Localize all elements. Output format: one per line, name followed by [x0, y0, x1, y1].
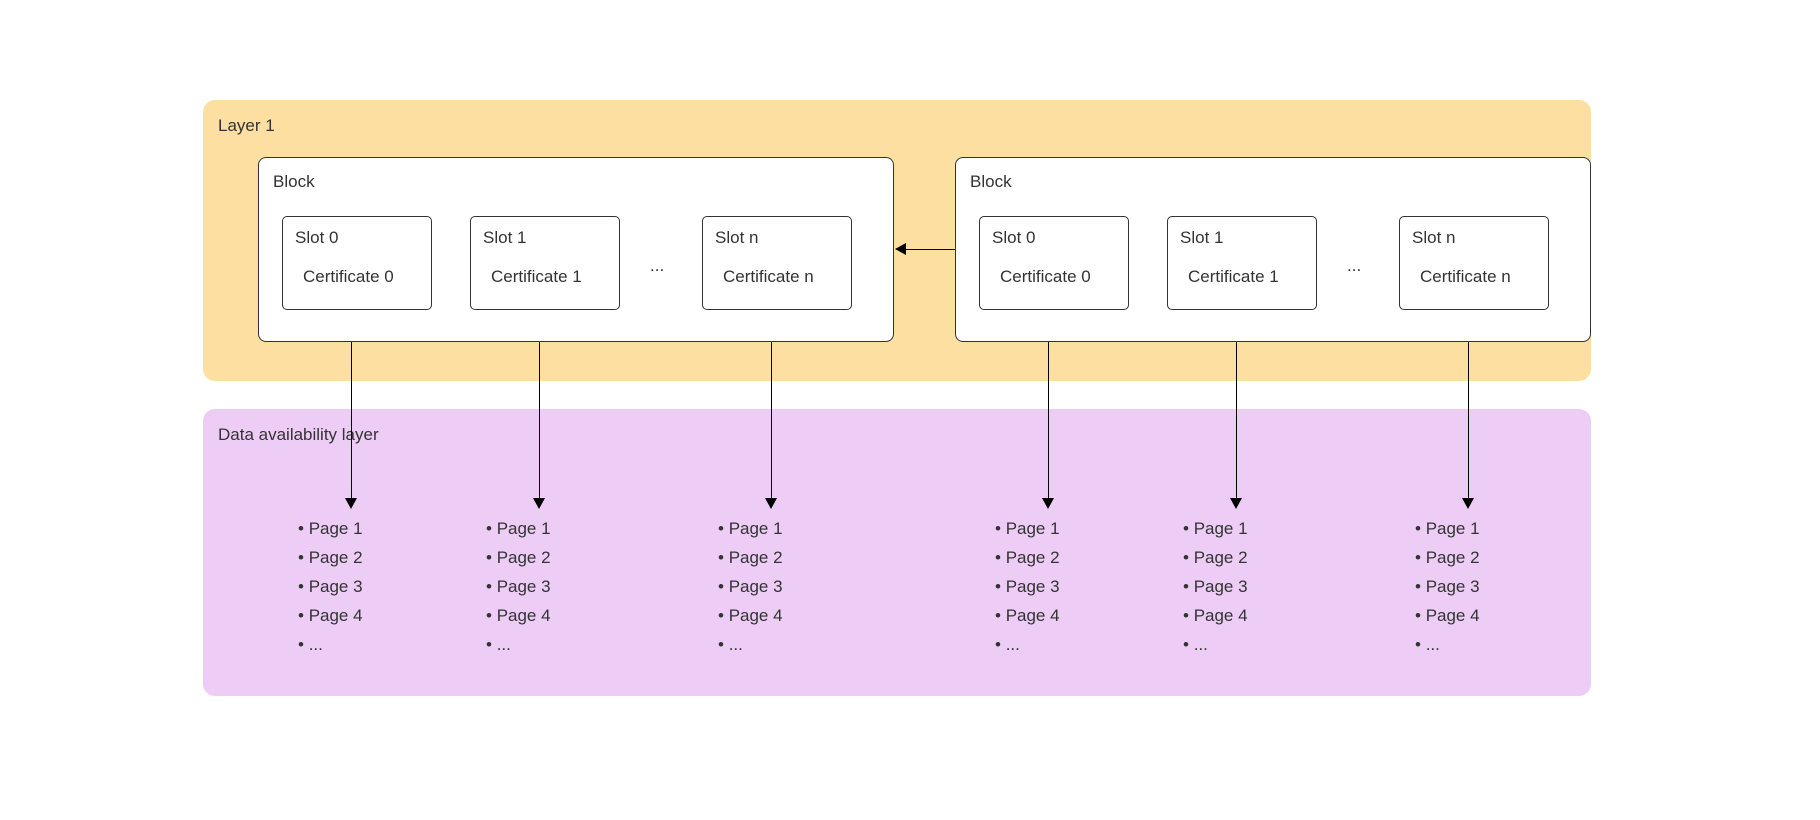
list-item: Page 1 [718, 515, 783, 544]
data-availability-layer-box: Data availability layer [203, 409, 1591, 696]
arrow-head-down-icon [765, 498, 777, 509]
arrow-block-b-to-a [905, 249, 955, 250]
slot-bn-cert: Certificate n [1420, 267, 1511, 287]
slot-a1: Slot 1 Certificate 1 [470, 216, 620, 310]
block-b-title: Block [970, 172, 1012, 192]
pages-b0: Page 1 Page 2 Page 3 Page 4 ... [995, 515, 1060, 659]
pages-a1: Page 1 Page 2 Page 3 Page 4 ... [486, 515, 551, 659]
list-item: Page 1 [298, 515, 363, 544]
list-item: Page 2 [486, 544, 551, 573]
list-item: Page 4 [298, 602, 363, 631]
slot-b0: Slot 0 Certificate 0 [979, 216, 1129, 310]
list-item: Page 1 [1415, 515, 1480, 544]
list-item: Page 3 [995, 573, 1060, 602]
slot-b1-cert: Certificate 1 [1188, 267, 1279, 287]
list-item: Page 3 [486, 573, 551, 602]
ellipsis-a: ... [650, 256, 664, 276]
list-item: ... [298, 631, 363, 660]
arrow-head-down-icon [345, 498, 357, 509]
list-item: ... [718, 631, 783, 660]
list-item: ... [486, 631, 551, 660]
list-item: Page 4 [486, 602, 551, 631]
arrow-head-down-icon [1042, 498, 1054, 509]
list-item: Page 2 [1183, 544, 1248, 573]
slot-a0-title: Slot 0 [295, 228, 338, 248]
diagram-canvas: Layer 1 Data availability layer Block Sl… [0, 0, 1820, 820]
pages-a0: Page 1 Page 2 Page 3 Page 4 ... [298, 515, 363, 659]
list-item: Page 1 [486, 515, 551, 544]
arrow-head-down-icon [533, 498, 545, 509]
list-item: Page 2 [995, 544, 1060, 573]
list-item: Page 2 [298, 544, 363, 573]
arrow-head-down-icon [1462, 498, 1474, 509]
slot-an: Slot n Certificate n [702, 216, 852, 310]
list-item: ... [1415, 631, 1480, 660]
slot-an-cert: Certificate n [723, 267, 814, 287]
list-item: Page 1 [1183, 515, 1248, 544]
slot-b1: Slot 1 Certificate 1 [1167, 216, 1317, 310]
list-item: Page 3 [298, 573, 363, 602]
list-item: Page 4 [1415, 602, 1480, 631]
list-item: Page 4 [1183, 602, 1248, 631]
slot-b0-cert: Certificate 0 [1000, 267, 1091, 287]
slot-b1-title: Slot 1 [1180, 228, 1223, 248]
data-availability-layer-title: Data availability layer [218, 425, 379, 445]
arrow-head-down-icon [1230, 498, 1242, 509]
list-item: Page 4 [995, 602, 1060, 631]
list-item: Page 4 [718, 602, 783, 631]
block-a-title: Block [273, 172, 315, 192]
list-item: Page 3 [1415, 573, 1480, 602]
slot-a1-title: Slot 1 [483, 228, 526, 248]
slot-a0: Slot 0 Certificate 0 [282, 216, 432, 310]
slot-an-title: Slot n [715, 228, 758, 248]
pages-b1: Page 1 Page 2 Page 3 Page 4 ... [1183, 515, 1248, 659]
list-item: Page 2 [1415, 544, 1480, 573]
list-item: Page 3 [718, 573, 783, 602]
list-item: Page 2 [718, 544, 783, 573]
pages-bn: Page 1 Page 2 Page 3 Page 4 ... [1415, 515, 1480, 659]
slot-b0-title: Slot 0 [992, 228, 1035, 248]
slot-bn: Slot n Certificate n [1399, 216, 1549, 310]
list-item: Page 3 [1183, 573, 1248, 602]
list-item: ... [995, 631, 1060, 660]
slot-a0-cert: Certificate 0 [303, 267, 394, 287]
arrow-head-left-icon [895, 243, 906, 255]
pages-an: Page 1 Page 2 Page 3 Page 4 ... [718, 515, 783, 659]
slot-a1-cert: Certificate 1 [491, 267, 582, 287]
list-item: Page 1 [995, 515, 1060, 544]
ellipsis-b: ... [1347, 256, 1361, 276]
layer1-title: Layer 1 [218, 116, 275, 136]
list-item: ... [1183, 631, 1248, 660]
slot-bn-title: Slot n [1412, 228, 1455, 248]
